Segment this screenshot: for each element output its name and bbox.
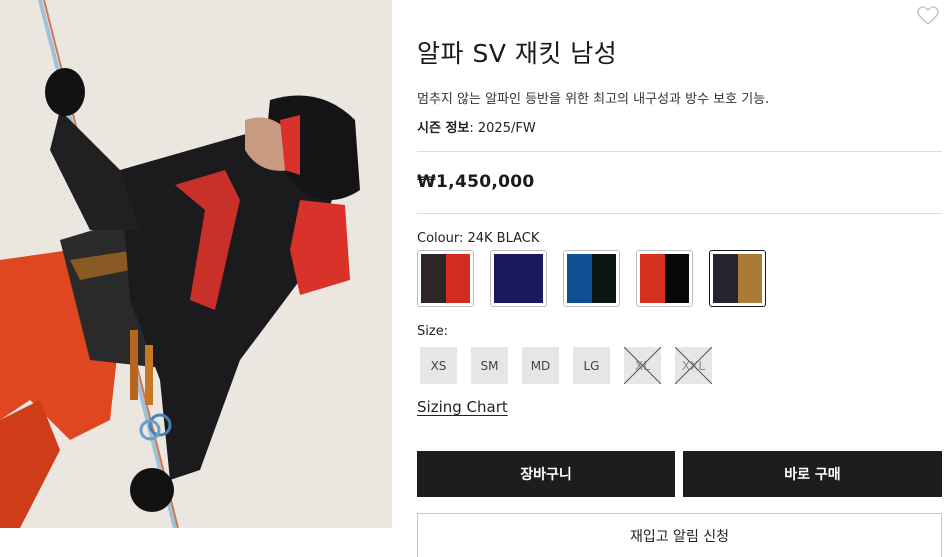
unavailable-cross-icon	[675, 347, 712, 384]
colour-swatch-24k-black[interactable]	[709, 250, 766, 307]
swatch-color-left	[421, 254, 446, 303]
colour-swatch-list	[417, 250, 766, 307]
product-description: 멈추지 않는 알파인 등반을 위한 최고의 내구성과 방수 보호 기능.	[417, 92, 770, 107]
swatch-color-left	[713, 254, 738, 303]
swatch-color-right	[591, 254, 616, 303]
swatch-fill	[567, 254, 616, 303]
divider	[417, 151, 942, 152]
size-option-label: MD	[530, 358, 551, 373]
swatch-color-right	[664, 254, 689, 303]
product-price: ₩1,450,000	[417, 172, 535, 192]
size-option-list: XS SM MD LG XL XXL	[420, 347, 712, 384]
swatch-fill	[640, 254, 689, 303]
add-to-cart-button[interactable]: 장바구니	[417, 451, 675, 497]
swatch-color-left	[567, 254, 592, 303]
size-option-label: LG	[583, 358, 600, 373]
heart-icon[interactable]	[917, 6, 939, 26]
colour-swatch-red-black[interactable]	[636, 250, 693, 307]
product-title: 알파 SV 재킷 남성	[417, 39, 618, 68]
restock-alert-button[interactable]: 재입고 알림 신청	[417, 513, 942, 557]
divider	[417, 213, 942, 214]
swatch-fill	[421, 254, 470, 303]
swatch-fill	[494, 254, 543, 303]
swatch-color-left	[640, 254, 665, 303]
colour-label: Colour: 24K BLACK	[417, 231, 540, 246]
sizing-chart-link[interactable]: Sizing Chart	[417, 398, 508, 416]
product-image	[0, 0, 392, 528]
size-option-sm[interactable]: SM	[471, 347, 508, 384]
unavailable-cross-icon	[624, 347, 661, 384]
size-option-label: XS	[430, 358, 447, 373]
swatch-color-right	[737, 254, 762, 303]
size-option-md[interactable]: MD	[522, 347, 559, 384]
swatch-fill	[713, 254, 762, 303]
swatch-color-right	[518, 254, 543, 303]
size-label: Size:	[417, 324, 449, 339]
size-option-lg[interactable]: LG	[573, 347, 610, 384]
season-info: 시즌 정보: 2025/FW	[417, 117, 536, 136]
size-option-xs[interactable]: XS	[420, 347, 457, 384]
season-value: : 2025/FW	[469, 121, 536, 136]
colour-swatch-navy[interactable]	[490, 250, 547, 307]
size-option-xl[interactable]: XL	[624, 347, 661, 384]
swatch-color-right	[445, 254, 470, 303]
swatch-color-left	[494, 254, 519, 303]
colour-swatch-brown-red[interactable]	[417, 250, 474, 307]
size-option-xxl[interactable]: XXL	[675, 347, 712, 384]
size-option-label: SM	[480, 358, 499, 373]
colour-swatch-blue-black[interactable]	[563, 250, 620, 307]
buy-now-button[interactable]: 바로 구매	[683, 451, 942, 497]
season-label: 시즌 정보	[417, 121, 470, 136]
